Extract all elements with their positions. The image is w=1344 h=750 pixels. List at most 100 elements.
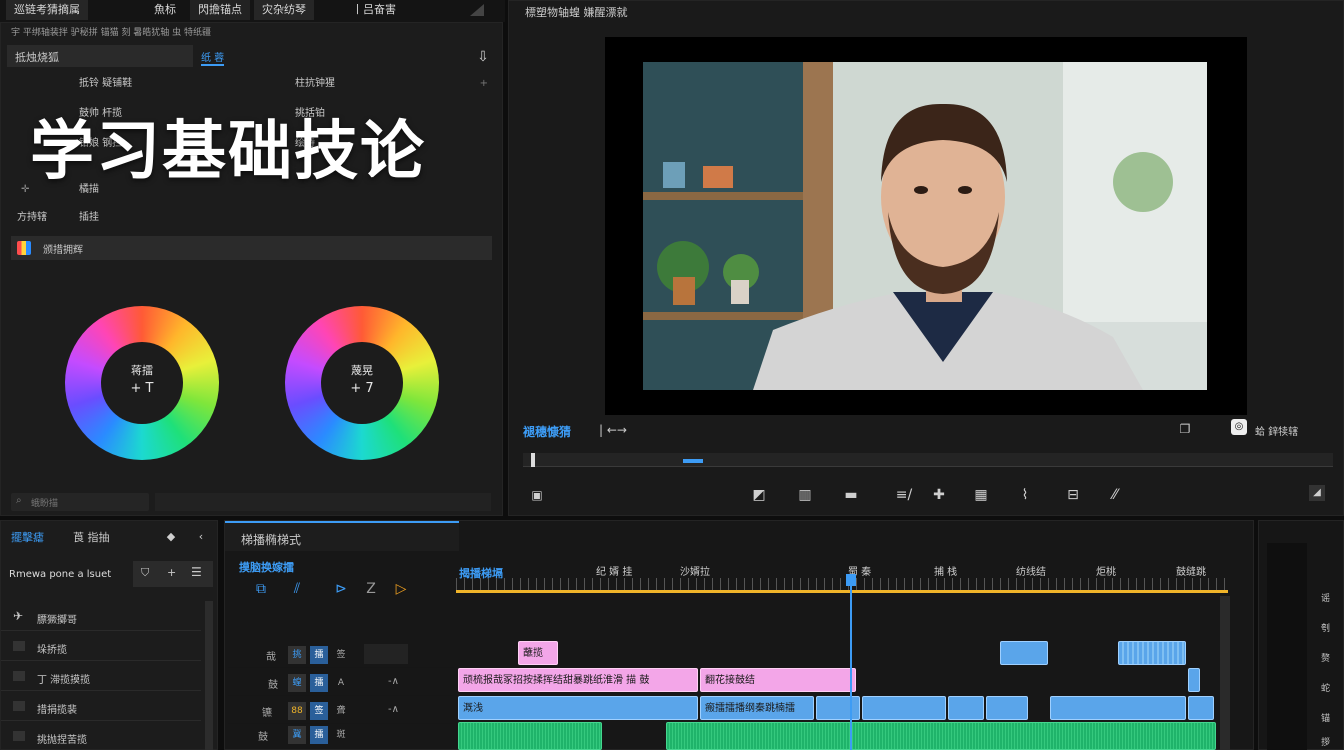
timeline-scrollbar[interactable] — [1220, 596, 1230, 750]
work-area-bar[interactable] — [456, 590, 1228, 593]
clip-pink-1[interactable]: 顽梳报哉冢招按揉挥结甜暴跳纸淮滑 描 鼓 — [458, 668, 698, 692]
project-tab-0[interactable]: 擺擊瘧 — [11, 529, 44, 545]
bucket-icon[interactable]: ⛉ — [141, 566, 149, 580]
track-3-toggle-2[interactable]: 斑 — [332, 726, 350, 744]
tab-3[interactable]: 灾杂纺琴 — [254, 0, 314, 20]
clip-blue-small-1[interactable] — [1118, 641, 1186, 665]
side-icon-0[interactable]: 谣 — [1321, 591, 1330, 604]
clip-blue-6[interactable] — [1050, 696, 1186, 720]
grid-icon[interactable]: ▦ — [971, 485, 991, 505]
split-icon[interactable]: ◩ — [749, 485, 769, 505]
diamond-icon[interactable]: ◆ — [161, 527, 181, 547]
track-3-toggle-0[interactable]: 冀 — [288, 726, 306, 744]
clip-icon[interactable]: ▥ — [795, 485, 815, 505]
playhead-head[interactable] — [846, 574, 856, 586]
clip-audio-1[interactable] — [666, 722, 1216, 750]
track-1-toggle-2[interactable]: A — [332, 674, 350, 692]
clip-blue-tiny[interactable] — [1188, 668, 1200, 692]
scrub-playhead[interactable] — [531, 453, 535, 467]
marker-tool-icon[interactable]: ⊳ — [331, 579, 351, 599]
track-1-toggle-0[interactable]: 蝗 — [288, 674, 306, 692]
fx-icon[interactable]: ⁄⁄ — [1105, 485, 1125, 505]
track-header-2: 镳 88 签 聋 -∧ — [228, 696, 454, 724]
link-icon[interactable]: ⫽ — [287, 579, 307, 599]
clip-blue-0[interactable]: 溉浅 — [458, 696, 698, 720]
left-header-tab[interactable]: 纸 蓉 — [201, 49, 225, 66]
project-item-3[interactable]: 措捐揽裴 — [1, 693, 201, 721]
clip-pink-0[interactable]: 蘸揽 — [518, 641, 558, 665]
project-item-4[interactable]: 挑抛捏苦揽 — [1, 723, 201, 750]
track-header-0: 哉 挑 擂 签 — [228, 640, 454, 668]
left-subtabs[interactable]: 宇 平绑轴装拌 驴秘拼 锚猫 刻 暑皓犹轴 虫 特纸疆 — [11, 25, 211, 38]
clip-blue-2[interactable] — [816, 696, 860, 720]
collapse-icon[interactable]: ‹ — [191, 527, 211, 547]
project-item-0[interactable]: ✈ 膘獗擲哥 — [1, 603, 201, 631]
project-scrollbar[interactable] — [205, 601, 213, 750]
track-1-toggle-1[interactable]: 擂 — [310, 674, 328, 692]
track-2-toggle-1[interactable]: 签 — [310, 702, 328, 720]
wheel-2-label: 蔑晃 — [351, 364, 373, 377]
color-wheel-2[interactable]: 蔑晃 + 7 — [285, 306, 439, 460]
settings-icon[interactable]: ◎ — [1231, 419, 1247, 435]
track-0-toggle-2[interactable]: 签 — [332, 646, 350, 664]
left-panel: 宇 平绑轴装拌 驴秘拼 锚猫 刻 暑皓犹轴 虫 特纸疆 抵烛烧狐 纸 蓉 ⇩ 抵… — [0, 22, 503, 516]
clip-blue-7[interactable] — [1188, 696, 1214, 720]
project-item-1[interactable]: 垛挢揽 — [1, 633, 201, 661]
clip-blue-1[interactable]: 瘢擂擂播纲秦跳楠擂 — [700, 696, 814, 720]
project-item-2[interactable]: 丁 滞揽摸揽 — [1, 663, 201, 691]
clip-blue-4[interactable] — [948, 696, 984, 720]
track-2-name: 镳 — [262, 708, 272, 719]
effect-row-4[interactable]: 方持辖 插挂 — [9, 207, 492, 229]
export-icon[interactable]: ⇩ — [473, 47, 493, 67]
tab-2[interactable]: 閃擔锚点 — [190, 0, 250, 20]
add-icon[interactable]: + — [167, 566, 176, 579]
clip-blue-5[interactable] — [986, 696, 1028, 720]
list-icon[interactable]: ☰ — [191, 565, 202, 579]
tab-4[interactable]: 丨吕奋害 — [344, 0, 404, 20]
add-icon[interactable]: ✚ — [929, 485, 949, 505]
copy-icon[interactable]: ❐ — [1175, 419, 1195, 439]
scrub-bar[interactable] — [523, 453, 1333, 467]
tab-1[interactable]: 魚标 — [146, 0, 184, 20]
track-2-toggle-0[interactable]: 88 — [288, 702, 306, 720]
color-wheel-1[interactable]: 蒋擂 + T — [65, 306, 219, 460]
move-icon[interactable]: ✛ — [21, 179, 29, 201]
preview-right-label: 蛤 鋅犊辖 — [1255, 427, 1299, 438]
trim-icon[interactable]: ≡/ — [887, 485, 921, 505]
track-2-toggle-2[interactable]: 聋 — [332, 702, 350, 720]
side-icon-5[interactable]: 拶 — [1321, 735, 1330, 748]
snap-icon[interactable]: ⧉ — [251, 579, 271, 599]
clip-audio-0[interactable] — [458, 722, 602, 750]
side-icon-3[interactable]: 蛇 — [1321, 681, 1330, 694]
audio-meter — [1267, 543, 1307, 750]
playhead-line[interactable] — [850, 586, 852, 750]
track-0-toggle-1[interactable]: 擂 — [310, 646, 328, 664]
left-footer-search[interactable]: ⌕ 蛾盼描 — [11, 493, 149, 511]
clip-blue-small-0[interactable] — [1000, 641, 1048, 665]
marker-icon[interactable]: ▣ — [527, 485, 547, 505]
add-icon[interactable]: + — [480, 73, 488, 95]
effect-row-0[interactable]: 抵铃 疑铺鞋 柱抗钟猩 + — [9, 73, 492, 95]
folder-icon — [13, 641, 25, 651]
track-0-toggle-0[interactable]: 挑 — [288, 646, 306, 664]
wave-icon[interactable]: ⌇ — [1015, 485, 1035, 505]
fullscreen-icon[interactable]: ◢ — [1309, 485, 1325, 501]
ruler-mark-5: 炬桃 — [1096, 567, 1116, 578]
tab-0[interactable]: 巡链考猜摘属 — [6, 0, 88, 20]
zoom-tool-icon[interactable]: Z — [361, 579, 381, 599]
marker-add-icon[interactable]: ▷ — [391, 579, 411, 599]
clip-pink-2[interactable]: 翻花接鼓结 — [700, 668, 856, 692]
panel-menu-icon[interactable] — [470, 4, 484, 16]
color-swatch-icon — [17, 241, 31, 255]
selected-effect-row[interactable]: 颁措拥辉 — [11, 236, 492, 260]
side-icon-4[interactable]: 锚 — [1321, 711, 1330, 724]
track-3-toggle-1[interactable]: 擂 — [310, 726, 328, 744]
side-icon-1[interactable]: 刳 — [1321, 621, 1330, 634]
left-header: 抵烛烧狐 — [7, 45, 193, 67]
side-icon-2[interactable]: 赘 — [1321, 651, 1330, 664]
clip-blue-3[interactable] — [862, 696, 946, 720]
overwrite-icon[interactable]: ▬ — [841, 485, 861, 505]
ruler-mark-0: 纪 婿 挂 — [596, 567, 633, 578]
export-frame-icon[interactable]: ⊟ — [1063, 485, 1083, 505]
project-tab-1[interactable]: 莨 指抽 — [73, 529, 110, 545]
